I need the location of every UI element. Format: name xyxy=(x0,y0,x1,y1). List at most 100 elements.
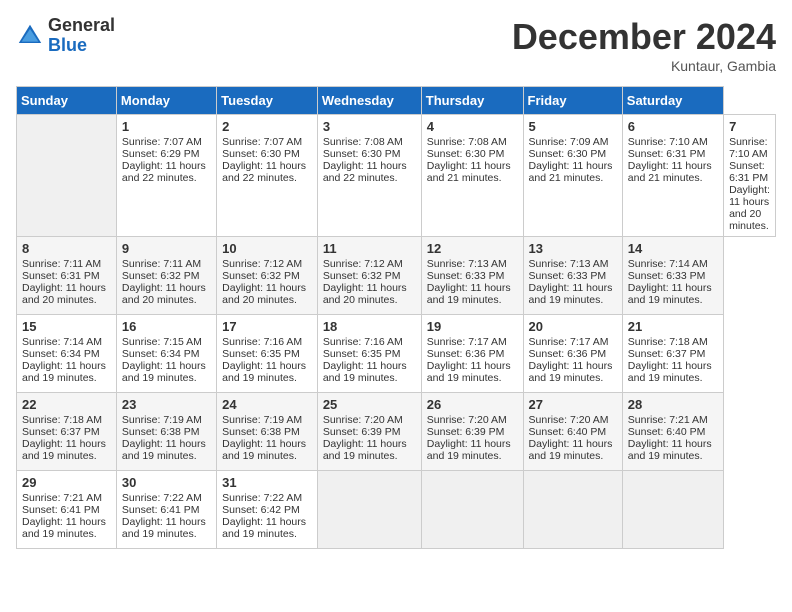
col-header-wednesday: Wednesday xyxy=(317,87,421,115)
sunrise: Sunrise: 7:10 AM xyxy=(628,136,708,148)
sunrise: Sunrise: 7:07 AM xyxy=(222,136,302,148)
daylight: Daylight: 11 hours and 19 minutes. xyxy=(529,360,613,384)
day-number: 13 xyxy=(529,241,617,256)
daylight: Daylight: 11 hours and 19 minutes. xyxy=(628,282,712,306)
day-number: 21 xyxy=(628,319,718,334)
sunrise: Sunrise: 7:19 AM xyxy=(122,414,202,426)
day-number: 15 xyxy=(22,319,111,334)
calendar-cell: 11Sunrise: 7:12 AMSunset: 6:32 PMDayligh… xyxy=(317,237,421,315)
week-row-1: 1Sunrise: 7:07 AMSunset: 6:29 PMDaylight… xyxy=(17,115,776,237)
day-number: 19 xyxy=(427,319,518,334)
daylight: Daylight: 11 hours and 22 minutes. xyxy=(323,160,407,184)
daylight: Daylight: 11 hours and 19 minutes. xyxy=(323,438,407,462)
col-header-thursday: Thursday xyxy=(421,87,523,115)
day-number: 9 xyxy=(122,241,211,256)
sunrise: Sunrise: 7:13 AM xyxy=(427,258,507,270)
day-number: 29 xyxy=(22,475,111,490)
daylight: Daylight: 11 hours and 19 minutes. xyxy=(122,360,206,384)
sunrise: Sunrise: 7:17 AM xyxy=(427,336,507,348)
calendar-cell: 5Sunrise: 7:09 AMSunset: 6:30 PMDaylight… xyxy=(523,115,622,237)
daylight: Daylight: 11 hours and 19 minutes. xyxy=(427,360,511,384)
calendar-cell: 17Sunrise: 7:16 AMSunset: 6:35 PMDayligh… xyxy=(217,315,318,393)
sunset: Sunset: 6:29 PM xyxy=(122,148,200,160)
daylight: Daylight: 11 hours and 22 minutes. xyxy=(222,160,306,184)
daylight: Daylight: 11 hours and 19 minutes. xyxy=(323,360,407,384)
sunrise: Sunrise: 7:11 AM xyxy=(22,258,101,270)
sunset: Sunset: 6:41 PM xyxy=(22,504,100,516)
day-number: 6 xyxy=(628,119,718,134)
logo-icon xyxy=(16,22,44,50)
sunset: Sunset: 6:34 PM xyxy=(22,348,100,360)
day-number: 18 xyxy=(323,319,416,334)
calendar-cell: 16Sunrise: 7:15 AMSunset: 6:34 PMDayligh… xyxy=(116,315,216,393)
day-number: 12 xyxy=(427,241,518,256)
week-row-3: 15Sunrise: 7:14 AMSunset: 6:34 PMDayligh… xyxy=(17,315,776,393)
sunrise: Sunrise: 7:15 AM xyxy=(122,336,202,348)
day-number: 30 xyxy=(122,475,211,490)
day-number: 8 xyxy=(22,241,111,256)
daylight: Daylight: 11 hours and 19 minutes. xyxy=(222,360,306,384)
sunrise: Sunrise: 7:22 AM xyxy=(122,492,202,504)
day-number: 7 xyxy=(729,119,770,134)
calendar-cell: 19Sunrise: 7:17 AMSunset: 6:36 PMDayligh… xyxy=(421,315,523,393)
day-number: 4 xyxy=(427,119,518,134)
col-header-friday: Friday xyxy=(523,87,622,115)
calendar-cell: 9Sunrise: 7:11 AMSunset: 6:32 PMDaylight… xyxy=(116,237,216,315)
calendar-cell xyxy=(317,471,421,549)
calendar-cell: 25Sunrise: 7:20 AMSunset: 6:39 PMDayligh… xyxy=(317,393,421,471)
sunset: Sunset: 6:39 PM xyxy=(427,426,505,438)
sunrise: Sunrise: 7:08 AM xyxy=(427,136,507,148)
sunrise: Sunrise: 7:10 AM xyxy=(729,136,768,160)
daylight: Daylight: 11 hours and 19 minutes. xyxy=(22,360,106,384)
sunset: Sunset: 6:33 PM xyxy=(529,270,607,282)
sunset: Sunset: 6:38 PM xyxy=(222,426,300,438)
sunset: Sunset: 6:37 PM xyxy=(628,348,706,360)
daylight: Daylight: 11 hours and 20 minutes. xyxy=(22,282,106,306)
week-row-2: 8Sunrise: 7:11 AMSunset: 6:31 PMDaylight… xyxy=(17,237,776,315)
sunset: Sunset: 6:39 PM xyxy=(323,426,401,438)
day-number: 26 xyxy=(427,397,518,412)
sunrise: Sunrise: 7:12 AM xyxy=(323,258,403,270)
sunset: Sunset: 6:30 PM xyxy=(323,148,401,160)
day-number: 17 xyxy=(222,319,312,334)
calendar-cell: 3Sunrise: 7:08 AMSunset: 6:30 PMDaylight… xyxy=(317,115,421,237)
sunrise: Sunrise: 7:20 AM xyxy=(427,414,507,426)
day-number: 2 xyxy=(222,119,312,134)
daylight: Daylight: 11 hours and 21 minutes. xyxy=(628,160,712,184)
col-header-monday: Monday xyxy=(116,87,216,115)
title-block: December 2024 Kuntaur, Gambia xyxy=(512,16,776,74)
sunrise: Sunrise: 7:08 AM xyxy=(323,136,403,148)
sunrise: Sunrise: 7:16 AM xyxy=(222,336,302,348)
sunrise: Sunrise: 7:22 AM xyxy=(222,492,302,504)
day-number: 11 xyxy=(323,241,416,256)
sunset: Sunset: 6:30 PM xyxy=(427,148,505,160)
daylight: Daylight: 11 hours and 20 minutes. xyxy=(222,282,306,306)
sunrise: Sunrise: 7:18 AM xyxy=(22,414,102,426)
calendar-cell: 30Sunrise: 7:22 AMSunset: 6:41 PMDayligh… xyxy=(116,471,216,549)
sunrise: Sunrise: 7:21 AM xyxy=(628,414,708,426)
sunrise: Sunrise: 7:13 AM xyxy=(529,258,609,270)
sunrise: Sunrise: 7:07 AM xyxy=(122,136,202,148)
calendar-cell: 8Sunrise: 7:11 AMSunset: 6:31 PMDaylight… xyxy=(17,237,117,315)
calendar-cell: 27Sunrise: 7:20 AMSunset: 6:40 PMDayligh… xyxy=(523,393,622,471)
daylight: Daylight: 11 hours and 19 minutes. xyxy=(22,438,106,462)
daylight: Daylight: 11 hours and 19 minutes. xyxy=(122,438,206,462)
daylight: Daylight: 11 hours and 19 minutes. xyxy=(529,438,613,462)
calendar-cell: 15 Sunrise: 7:14 AMSunset: 6:34 PMDayligh… xyxy=(17,315,117,393)
sunrise: Sunrise: 7:20 AM xyxy=(529,414,609,426)
sunrise: Sunrise: 7:14 AM xyxy=(628,258,708,270)
sunrise: Sunrise: 7:14 AM xyxy=(22,336,102,348)
daylight: Daylight: 11 hours and 20 minutes. xyxy=(729,184,770,232)
sunset: Sunset: 6:42 PM xyxy=(222,504,300,516)
calendar-cell: 26 Sunrise: 7:20 AMSunset: 6:39 PMDayligh… xyxy=(421,393,523,471)
sunset: Sunset: 6:38 PM xyxy=(122,426,200,438)
sunset: Sunset: 6:33 PM xyxy=(628,270,706,282)
page-header: General Blue December 2024 Kuntaur, Gamb… xyxy=(16,16,776,74)
sunrise: Sunrise: 7:19 AM xyxy=(222,414,302,426)
col-header-tuesday: Tuesday xyxy=(217,87,318,115)
day-number: 14 xyxy=(628,241,718,256)
week-row-4: 22Sunrise: 7:18 AMSunset: 6:37 PMDayligh… xyxy=(17,393,776,471)
daylight: Daylight: 11 hours and 19 minutes. xyxy=(427,438,511,462)
sunset: Sunset: 6:40 PM xyxy=(529,426,607,438)
calendar-cell: 6Sunrise: 7:10 AMSunset: 6:31 PMDaylight… xyxy=(622,115,723,237)
